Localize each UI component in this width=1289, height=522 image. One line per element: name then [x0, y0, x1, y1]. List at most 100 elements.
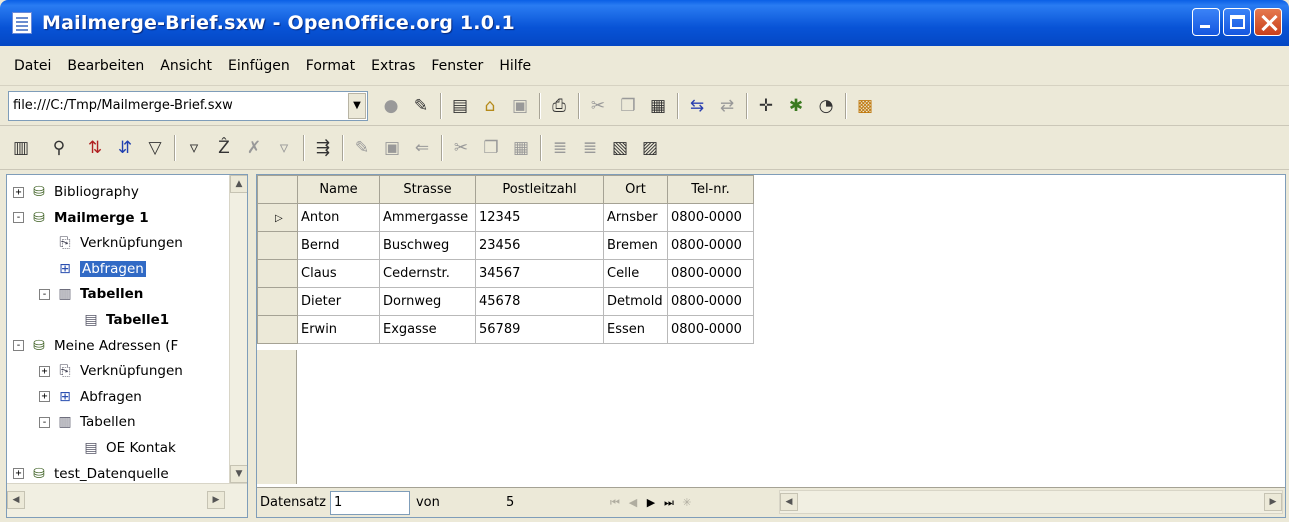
- url-input[interactable]: file:///C:/Tmp/Mailmerge-Brief.sxw: [9, 98, 348, 113]
- menu-datei[interactable]: Datei: [6, 46, 59, 86]
- menu-format[interactable]: Format: [298, 46, 363, 86]
- grid-horizontal-scrollbar[interactable]: ◀ ▶: [779, 490, 1283, 514]
- table-cell[interactable]: Celle: [603, 259, 668, 288]
- data-grid[interactable]: Name Strasse Postleitzahl Ort Tel-nr. ▷ A…: [256, 174, 1286, 518]
- print-icon[interactable]: ⎙: [546, 93, 572, 119]
- first-record-icon[interactable]: ⏮: [606, 491, 624, 515]
- table-cell[interactable]: Exgasse: [379, 315, 476, 344]
- data-source-explorer[interactable]: + ⛁ Bibliography - ⛁ Mailmerge 1 ⎘ Verknüpfunge…: [6, 174, 248, 518]
- tree-horizontal-scrollbar[interactable]: ◀ ▶: [7, 483, 247, 517]
- copy-icon[interactable]: ❐: [615, 93, 641, 119]
- stylist-icon[interactable]: ✱: [783, 93, 809, 119]
- scroll-right-icon[interactable]: ▶: [207, 491, 225, 509]
- cut-icon[interactable]: ✂: [448, 135, 474, 161]
- standard-filter-icon[interactable]: Ẑ: [211, 135, 237, 161]
- close-button[interactable]: [1254, 8, 1282, 36]
- table-cell[interactable]: 0800-0000: [667, 203, 754, 232]
- table-cell[interactable]: Bernd: [297, 231, 380, 260]
- tree-item[interactable]: ⎘ Verknüpfungen: [39, 230, 182, 256]
- tree-item[interactable]: - ▥ Tabellen: [39, 409, 136, 435]
- row-header[interactable]: [257, 231, 298, 260]
- table-row[interactable]: Claus Cedernstr. 34567 Celle 0800-0000: [257, 259, 754, 288]
- row-header[interactable]: [257, 259, 298, 288]
- sort-ascending-icon[interactable]: ⇅: [82, 135, 108, 161]
- gallery-icon[interactable]: ▩: [852, 93, 878, 119]
- table-cell[interactable]: Buschweg: [379, 231, 476, 260]
- scroll-left-icon[interactable]: ◀: [7, 491, 25, 509]
- scroll-down-icon[interactable]: ▼: [230, 465, 247, 483]
- row-header[interactable]: [257, 287, 298, 316]
- minimize-button[interactable]: [1192, 8, 1220, 36]
- table-cell[interactable]: 0800-0000: [667, 231, 754, 260]
- save-record-icon[interactable]: ▣: [379, 135, 405, 161]
- table-cell[interactable]: 45678: [475, 287, 604, 316]
- table-cell[interactable]: Detmold: [603, 287, 668, 316]
- table-cell[interactable]: 0800-0000: [667, 259, 754, 288]
- table-cell[interactable]: Arnsber: [603, 203, 668, 232]
- grid-scroll-right-icon[interactable]: ▶: [1264, 493, 1282, 511]
- table-cell[interactable]: 0800-0000: [667, 315, 754, 344]
- autofilter-icon[interactable]: ▿: [181, 135, 207, 161]
- table-cell[interactable]: Erwin: [297, 315, 380, 344]
- next-record-icon[interactable]: ▶: [642, 491, 660, 515]
- align-left-icon[interactable]: ≣: [547, 135, 573, 161]
- tree-item[interactable]: ▤ OE Kontak: [65, 435, 175, 461]
- copy-icon[interactable]: ❐: [478, 135, 504, 161]
- table-cell[interactable]: 12345: [475, 203, 604, 232]
- align-right-icon[interactable]: ≣: [577, 135, 603, 161]
- collapse-icon[interactable]: -: [39, 416, 50, 428]
- edit-file-icon[interactable]: ✎: [408, 93, 434, 119]
- table-cell[interactable]: Dornweg: [379, 287, 476, 316]
- tree-item[interactable]: ⊞ Abfragen: [39, 256, 146, 282]
- table-cell[interactable]: 0800-0000: [667, 287, 754, 316]
- column-header-ort[interactable]: Ort: [603, 175, 668, 204]
- tree-item[interactable]: - ⛁ Mailmerge 1: [13, 205, 149, 231]
- table-cell[interactable]: 34567: [475, 259, 604, 288]
- stop-icon[interactable]: ●: [378, 93, 404, 119]
- table-row[interactable]: Dieter Dornweg 45678 Detmold 0800-0000: [257, 287, 754, 316]
- apply-filter-icon[interactable]: ▿: [271, 135, 297, 161]
- table-icon[interactable]: ▧: [607, 135, 633, 161]
- query-icon[interactable]: ▨: [637, 135, 663, 161]
- hyperlink-icon[interactable]: ◔: [813, 93, 839, 119]
- tree-item[interactable]: ▤ Tabelle1: [65, 307, 169, 333]
- collapse-icon[interactable]: -: [13, 212, 24, 224]
- row-header[interactable]: ▷: [257, 203, 298, 232]
- expand-icon[interactable]: +: [39, 365, 50, 377]
- tree-item[interactable]: + ⊞ Abfragen: [39, 384, 142, 410]
- table-cell[interactable]: Anton: [297, 203, 380, 232]
- table-cell[interactable]: Claus: [297, 259, 380, 288]
- table-row[interactable]: Bernd Buschweg 23456 Bremen 0800-0000: [257, 231, 754, 260]
- menu-hilfe[interactable]: Hilfe: [491, 46, 539, 86]
- column-header-strasse[interactable]: Strasse: [379, 175, 476, 204]
- undo-icon[interactable]: ⇆: [684, 93, 710, 119]
- menu-bearbeiten[interactable]: Bearbeiten: [59, 46, 152, 86]
- new-icon[interactable]: ▤: [447, 93, 473, 119]
- table-cell[interactable]: Cedernstr.: [379, 259, 476, 288]
- redo-icon[interactable]: ⇄: [714, 93, 740, 119]
- expand-icon[interactable]: +: [13, 186, 24, 198]
- table-row[interactable]: Erwin Exgasse 56789 Essen 0800-0000: [257, 315, 754, 344]
- undo-record-icon[interactable]: ⇐: [409, 135, 435, 161]
- cut-icon[interactable]: ✂: [585, 93, 611, 119]
- table-cell[interactable]: Essen: [603, 315, 668, 344]
- save-icon[interactable]: ▣: [507, 93, 533, 119]
- restore-button[interactable]: [1223, 8, 1251, 36]
- url-combobox[interactable]: file:///C:/Tmp/Mailmerge-Brief.sxw ▼: [8, 90, 368, 121]
- explorer-icon[interactable]: ▥: [8, 135, 34, 161]
- sort-icon[interactable]: ▽: [142, 135, 168, 161]
- column-header-name[interactable]: Name: [297, 175, 380, 204]
- menu-fenster[interactable]: Fenster: [423, 46, 491, 86]
- new-record-icon[interactable]: ✳: [678, 491, 696, 515]
- tree-vertical-scrollbar[interactable]: ▲ ▼: [229, 175, 247, 483]
- column-header-tel-nr[interactable]: Tel-nr.: [667, 175, 754, 204]
- menu-extras[interactable]: Extras: [363, 46, 423, 86]
- paste-icon[interactable]: ▦: [645, 93, 671, 119]
- tree-item[interactable]: + ⛁ Bibliography: [13, 179, 139, 205]
- table-cell[interactable]: 56789: [475, 315, 604, 344]
- menu-einfuegen[interactable]: Einfügen: [220, 46, 298, 86]
- menu-ansicht[interactable]: Ansicht: [152, 46, 220, 86]
- previous-record-icon[interactable]: ◀: [624, 491, 642, 515]
- scroll-up-icon[interactable]: ▲: [230, 175, 247, 193]
- table-row[interactable]: ▷ Anton Ammergasse 12345 Arnsber 0800-0000: [257, 203, 754, 232]
